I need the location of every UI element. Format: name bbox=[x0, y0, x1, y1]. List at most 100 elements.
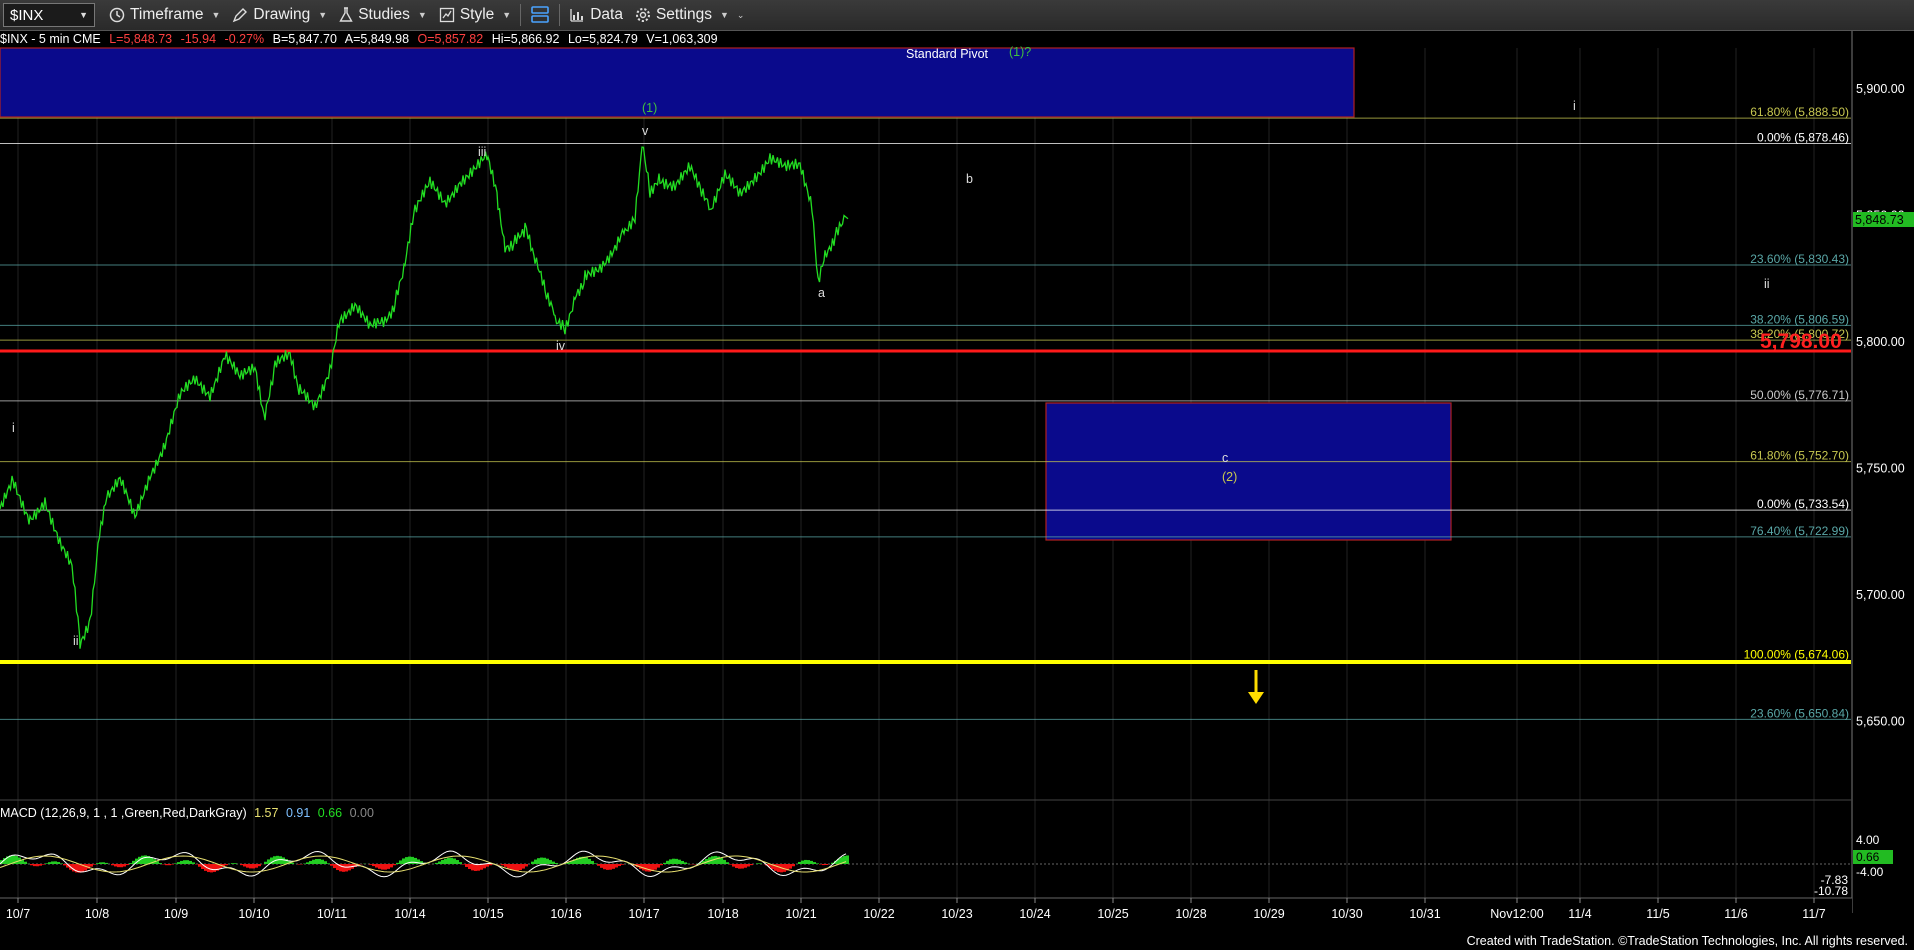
macd-histogram-bar bbox=[588, 858, 591, 864]
macd-histogram-bar bbox=[726, 862, 729, 864]
macd-histogram-bar bbox=[552, 861, 555, 864]
price-tick-label: 5,750.00 bbox=[1856, 462, 1905, 476]
macd-histogram-bar bbox=[252, 864, 255, 869]
price-chart[interactable]: Standard Pivot (1)? i ii iii iv v (1) a … bbox=[0, 0, 1914, 934]
macd-current-tag: 0.66 bbox=[1853, 850, 1893, 864]
macd-histogram-bar bbox=[645, 864, 648, 872]
macd-legend: MACD (12,26,9, 1 , 1 ,Green,Red,DarkGray… bbox=[0, 806, 378, 820]
macd-histogram-bar bbox=[609, 864, 612, 870]
macd-histogram-bar bbox=[333, 864, 336, 869]
macd-histogram-bar bbox=[117, 864, 120, 868]
macd-histogram-bar bbox=[684, 862, 687, 864]
macd-histogram-bar bbox=[507, 864, 510, 869]
macd-histogram-bar bbox=[438, 861, 441, 864]
macd-histogram-bar bbox=[234, 863, 237, 864]
macd-histogram-bar bbox=[45, 863, 48, 864]
macd-histogram-bar bbox=[309, 860, 312, 864]
date-tick-label: 10/30 bbox=[1331, 907, 1362, 921]
wave-label-1: (1) bbox=[642, 101, 657, 115]
wave-label-c: c bbox=[1222, 451, 1228, 465]
macd-histogram-bar bbox=[483, 864, 486, 869]
macd-histogram-bar bbox=[804, 859, 807, 864]
macd-histogram-bar bbox=[42, 864, 45, 865]
fib-level-label: 76.40% (5,722.99) bbox=[1750, 524, 1849, 538]
macd-histogram-bar bbox=[591, 860, 594, 864]
date-tick-label: 11/7 bbox=[1802, 907, 1825, 921]
wave-label-2: (2) bbox=[1222, 470, 1237, 484]
macd-histogram-bar bbox=[447, 857, 450, 864]
macd-histogram-bar bbox=[525, 864, 528, 867]
date-tick-label: 10/15 bbox=[472, 907, 503, 921]
macd-histogram-bar bbox=[174, 863, 177, 864]
macd-histogram-bar bbox=[321, 859, 324, 864]
macd-histogram-bar bbox=[681, 860, 684, 864]
macd-diff: 0.66 bbox=[317, 806, 343, 820]
macd-histogram-bar bbox=[180, 860, 183, 864]
date-tick-label: 10/8 bbox=[85, 907, 109, 921]
macd-histogram-bar bbox=[735, 864, 738, 869]
macd-histogram-bar bbox=[384, 864, 387, 870]
macd-histogram-bar bbox=[543, 857, 546, 864]
macd-histogram-bar bbox=[189, 860, 192, 864]
svg-text:5,848.73: 5,848.73 bbox=[1855, 213, 1904, 227]
fib-level-label: 23.60% (5,650.84) bbox=[1750, 706, 1849, 720]
macd-histogram-bar bbox=[678, 859, 681, 864]
macd-avg: 0.91 bbox=[285, 806, 311, 820]
date-tick-label: 11/4 bbox=[1568, 907, 1591, 921]
macd-tick-label: -10.78 bbox=[1814, 884, 1848, 898]
macd-histogram-bar bbox=[327, 863, 330, 864]
macd-histogram-bar bbox=[84, 864, 87, 871]
macd-histogram-bar bbox=[549, 860, 552, 864]
macd-histogram-bar bbox=[798, 861, 801, 864]
macd-pane bbox=[0, 850, 1852, 878]
wave-label-iv: iv bbox=[556, 339, 566, 353]
macd-histogram-bar bbox=[33, 864, 36, 867]
macd-histogram-bar bbox=[504, 864, 507, 867]
macd-histogram-bar bbox=[522, 864, 525, 869]
macd-histogram-bar bbox=[105, 862, 108, 864]
macd-histogram-bar bbox=[648, 864, 651, 872]
date-tick-label: 10/11 bbox=[317, 907, 347, 921]
wave-label-v: v bbox=[642, 124, 649, 138]
macd-histogram-bar bbox=[165, 864, 168, 866]
macd-histogram-bar bbox=[825, 864, 828, 866]
macd-histogram-bar bbox=[177, 862, 180, 864]
macd-histogram-bar bbox=[789, 864, 792, 869]
price-tick-label: 5,650.00 bbox=[1856, 715, 1905, 729]
macd-histogram-bar bbox=[306, 862, 309, 864]
date-tick-label: 10/9 bbox=[164, 907, 188, 921]
macd-histogram-bar bbox=[372, 864, 375, 867]
macd-histogram-bar bbox=[792, 864, 795, 867]
standard-pivot-tag: (1)? bbox=[1009, 45, 1031, 59]
fib-level-label: 0.00% (5,733.54) bbox=[1757, 497, 1849, 511]
date-tick-label: Nov12:00 bbox=[1490, 907, 1544, 921]
macd-histogram-bar bbox=[213, 864, 216, 872]
macd-histogram-bar bbox=[291, 862, 294, 864]
macd-histogram-bar bbox=[756, 863, 759, 864]
macd-histogram-bar bbox=[30, 864, 33, 866]
date-tick-label: 10/17 bbox=[628, 907, 659, 921]
macd-histogram-bar bbox=[606, 864, 609, 870]
macd-histogram-bar bbox=[381, 864, 384, 870]
fib-level-label: 38.20% (5,806.59) bbox=[1750, 312, 1849, 326]
standard-pivot-box bbox=[0, 47, 1355, 118]
macd-histogram-bar bbox=[510, 864, 513, 870]
macd-histogram-bar bbox=[807, 860, 810, 864]
macd-histogram-bar bbox=[513, 864, 516, 871]
date-tick-label: 10/31 bbox=[1409, 907, 1440, 921]
price-tick-label: 5,900.00 bbox=[1856, 82, 1905, 96]
macd-histogram-bar bbox=[315, 858, 318, 864]
footer-credit: Created with TradeStation. ©TradeStation… bbox=[1466, 934, 1908, 948]
macd-tick-label: 4.00 bbox=[1856, 833, 1880, 847]
fib-level-label: 61.80% (5,752.70) bbox=[1750, 449, 1849, 463]
macd-histogram-bar bbox=[594, 863, 597, 864]
date-tick-label: 10/28 bbox=[1175, 907, 1206, 921]
macd-histogram-bar bbox=[246, 864, 249, 868]
macd-histogram-bar bbox=[450, 857, 453, 864]
macd-histogram-bar bbox=[459, 862, 462, 864]
big-level-tag: 5,798.00 bbox=[1760, 330, 1842, 353]
macd-histogram-bar bbox=[15, 856, 18, 864]
date-tick-label: 10/18 bbox=[707, 907, 738, 921]
macd-histogram-bar bbox=[120, 864, 123, 868]
macd-histogram-bar bbox=[258, 864, 261, 867]
